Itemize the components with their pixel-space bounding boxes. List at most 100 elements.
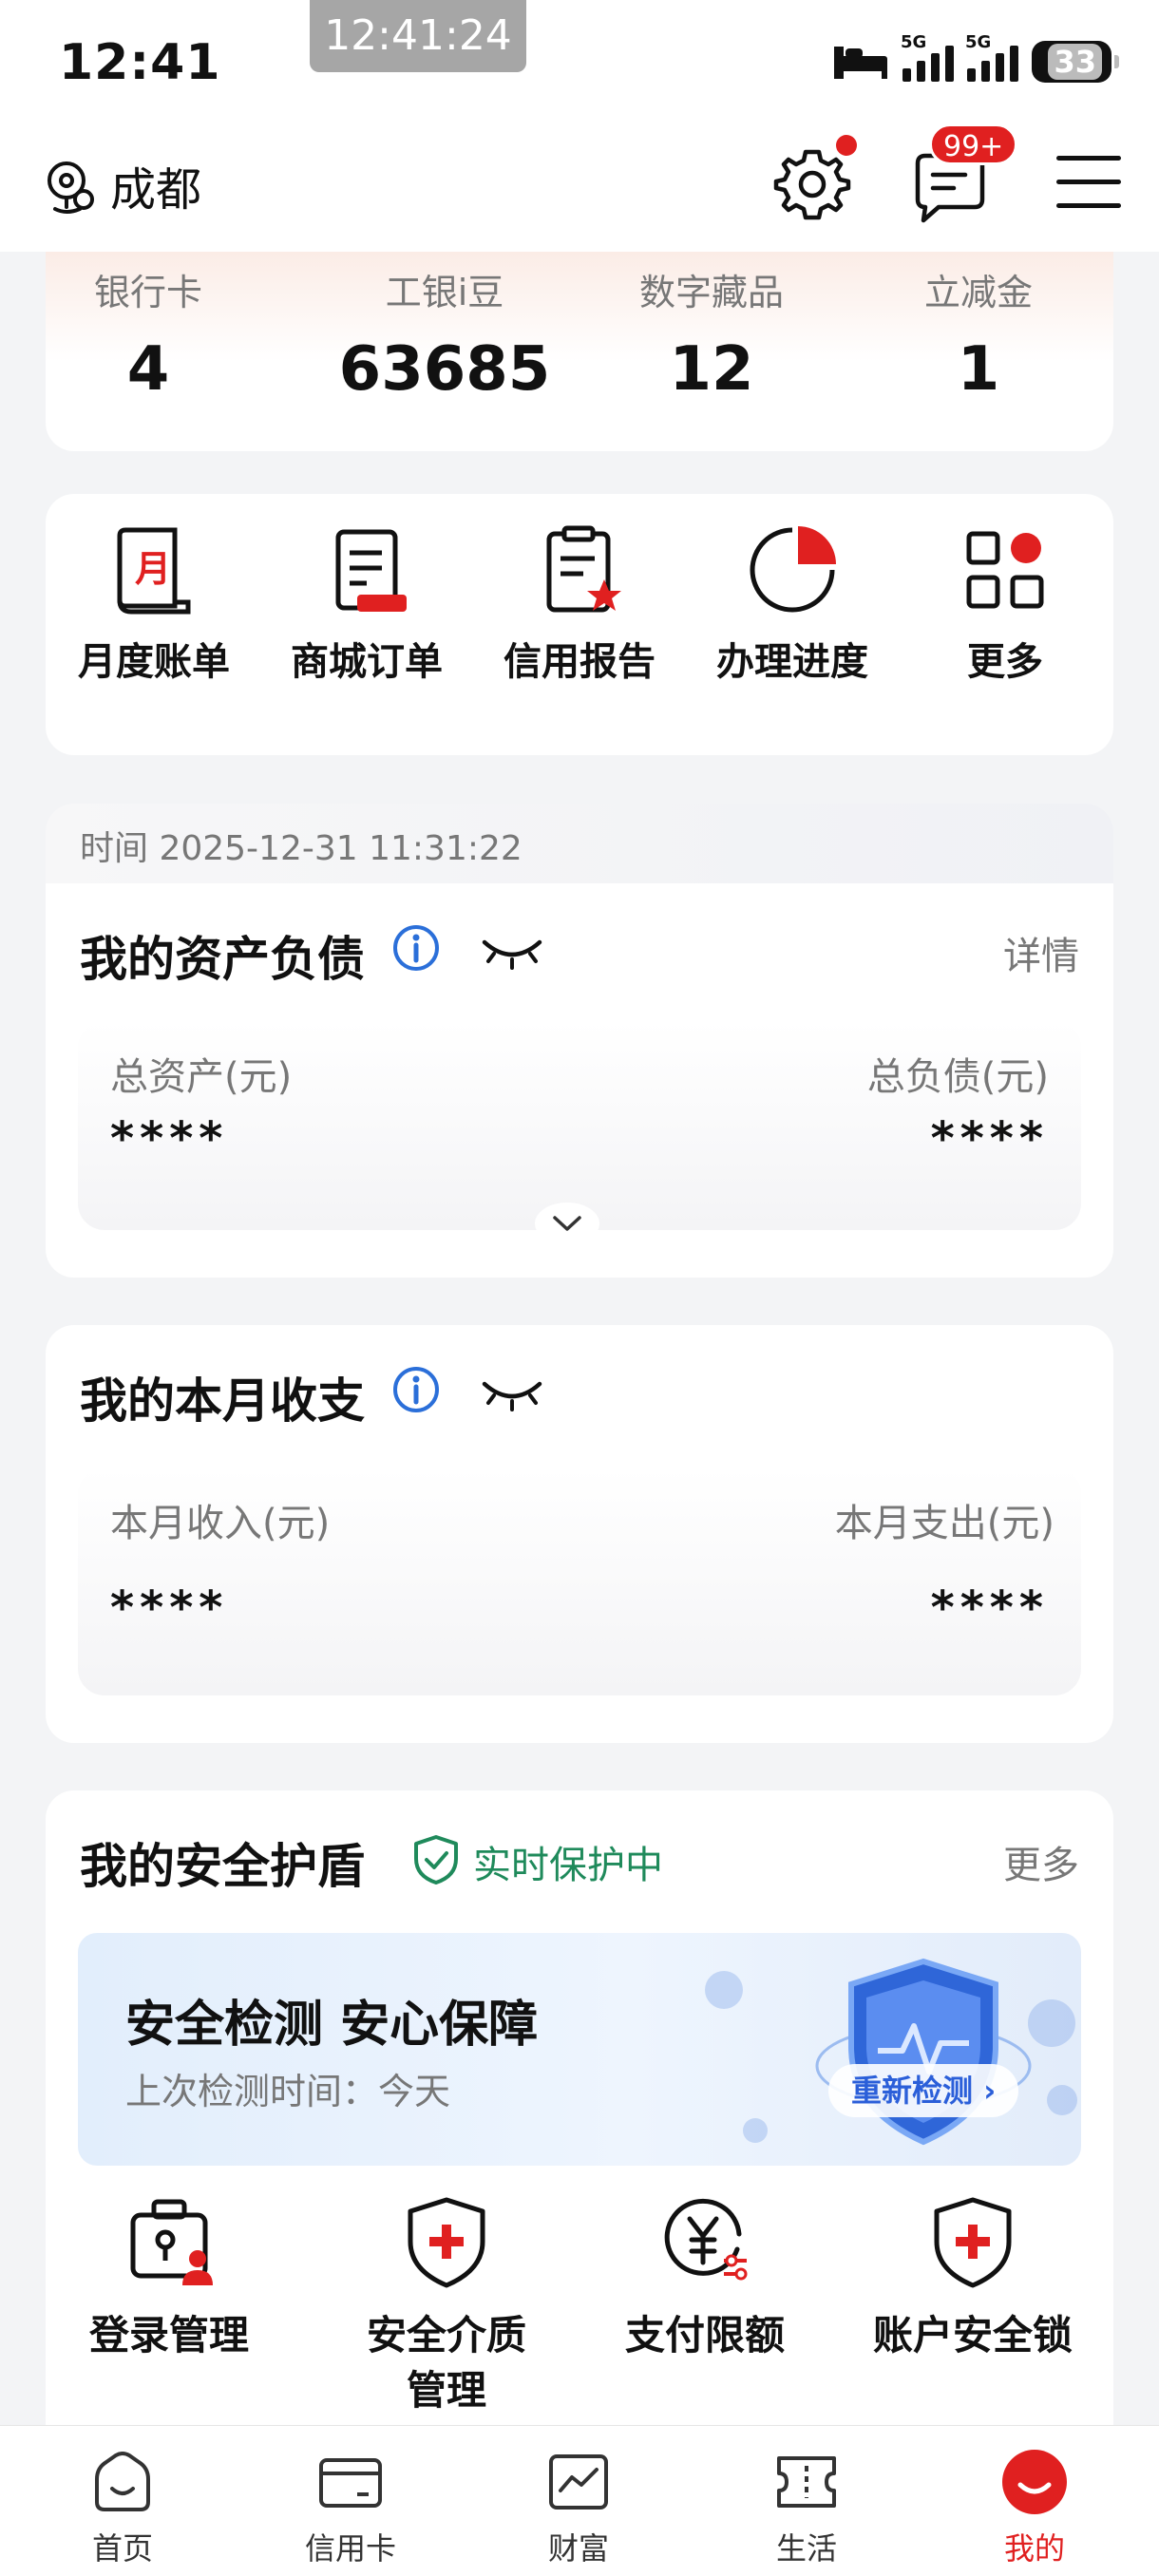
security-title: 我的安全护盾 — [80, 1839, 365, 1894]
signal-icon-2: 5G — [965, 32, 1018, 82]
tab-label: 首页 — [91, 2530, 153, 2567]
income-summary-box: 本月收入(元) **** 本月支出(元) **** — [78, 1468, 1081, 1695]
login-manage-icon — [130, 2199, 213, 2285]
total-debt-value: **** — [930, 1112, 1049, 1165]
security-detect-banner[interactable]: 安全检测 安心保障 上次检测时间：今天 重新检测 › — [78, 1933, 1081, 2166]
tab-label: 财富 — [547, 2530, 609, 2567]
total-assets-label: 总资产(元) — [110, 1055, 293, 1099]
network-label-1: 5G — [901, 32, 927, 52]
quick-mall-order[interactable]: 商城订单 — [272, 522, 462, 686]
location-icon[interactable] — [42, 158, 99, 215]
shield-check-icon — [414, 1835, 458, 1885]
stat-label: 银行卡 — [93, 272, 202, 313]
tab-label: 我的 — [1003, 2530, 1065, 2567]
security-more-link[interactable]: 更多 — [1003, 1834, 1079, 1889]
sec-account-lock[interactable]: 账户安全锁 — [849, 2194, 1096, 2363]
stat-value: 63685 — [338, 334, 551, 405]
stat-value: 12 — [669, 334, 754, 405]
account-lock-icon — [934, 2197, 1012, 2288]
quick-actions-card: 月 月度账单 商城订单 信用报告 办理进度 更多 — [46, 494, 1113, 755]
sec-label: 账户安全锁 — [872, 2312, 1073, 2358]
home-icon — [95, 2452, 150, 2511]
income-title: 我的本月收支 — [80, 1373, 365, 1429]
assets-title: 我的资产负债 — [80, 932, 365, 987]
tab-life[interactable]: 生活 — [735, 2447, 878, 2568]
monthly-expense-value: **** — [930, 1582, 1049, 1635]
tab-label: 生活 — [775, 2530, 837, 2567]
quick-more[interactable]: 更多 — [910, 522, 1100, 686]
redetect-label: 重新检测 — [851, 2073, 974, 2109]
top-header: 成都 99+ — [0, 123, 1159, 252]
chevron-down-icon[interactable] — [534, 1197, 600, 1241]
redetect-button[interactable]: 重新检测 › — [828, 2064, 1019, 2117]
gear-icon[interactable] — [773, 144, 851, 222]
status-bar: 12:41 12:41:24 5G 5G 33 — [0, 0, 1159, 123]
quick-progress[interactable]: 办理进度 — [697, 522, 887, 686]
tab-home[interactable]: 首页 — [51, 2447, 194, 2568]
status-time: 12:41 — [59, 34, 221, 91]
stat-value: 1 — [957, 334, 1000, 405]
sec-security-media[interactable]: 安全介质管理 — [314, 2194, 580, 2418]
security-card: 我的安全护盾 实时保护中 更多 安全检测 安心保障 上次检测时间：今天 重新检测… — [46, 1790, 1113, 2455]
sec-payment-limit[interactable]: 支付限额 — [581, 2194, 828, 2363]
me-icon — [1002, 2450, 1067, 2514]
income-card: 我的本月收支 本月收入(元) **** 本月支出(元) **** — [46, 1325, 1113, 1743]
monthly-income-value: **** — [110, 1582, 229, 1635]
quick-label: 信用报告 — [504, 640, 656, 684]
assets-detail-link[interactable]: 详情 — [1003, 925, 1079, 980]
clock-overlay: 12:41:24 — [310, 0, 526, 72]
quick-label: 更多 — [967, 640, 1043, 684]
more-grid-icon — [966, 531, 1044, 609]
security-shield-icon — [815, 1958, 1032, 2146]
eye-closed-icon[interactable] — [479, 1374, 545, 1412]
payment-limit-icon — [664, 2198, 748, 2281]
tab-me[interactable]: 我的 — [963, 2447, 1106, 2568]
network-label-2: 5G — [965, 32, 992, 52]
battery-level: 33 — [1048, 44, 1102, 80]
credit-report-icon — [546, 525, 621, 613]
stat-discount[interactable]: 立减金 1 — [846, 263, 1112, 405]
status-icons: 5G 5G 33 — [832, 32, 1119, 85]
progress-icon — [750, 526, 836, 613]
credit-card-icon — [319, 2458, 382, 2508]
stat-digital-collection[interactable]: 数字藏品 12 — [579, 263, 845, 405]
quick-credit-report[interactable]: 信用报告 — [484, 522, 674, 686]
stat-icbc-beans[interactable]: 工银i豆 63685 — [312, 263, 578, 405]
info-icon[interactable] — [391, 1365, 441, 1414]
life-ticket-icon — [777, 2456, 836, 2508]
quick-label: 办理进度 — [716, 640, 868, 684]
stat-label: 立减金 — [923, 272, 1033, 313]
settings-notification-dot — [836, 135, 857, 156]
city-selector[interactable]: 成都 — [110, 152, 201, 218]
assets-card: 我的资产负债 详情 总资产(元) **** 总负债(元) **** — [46, 883, 1113, 1278]
monthly-expense-label: 本月支出(元) — [834, 1502, 1054, 1545]
detect-banner-title: 安全检测 安心保障 — [125, 1997, 539, 2054]
info-icon[interactable] — [391, 923, 441, 973]
security-media-icon — [408, 2197, 485, 2288]
total-assets-value: **** — [110, 1112, 229, 1165]
monthly-bill-icon: 月 — [117, 527, 191, 615]
monthly-income-label: 本月收入(元) — [110, 1502, 331, 1545]
sec-label: 支付限额 — [624, 2312, 785, 2358]
quick-label: 月度账单 — [78, 640, 230, 684]
quick-monthly-bill[interactable]: 月 月度账单 — [59, 522, 249, 686]
bed-icon — [834, 47, 887, 79]
stat-value: 4 — [126, 334, 170, 405]
mall-order-icon — [335, 529, 407, 612]
stat-bank-card[interactable]: 银行卡 4 — [15, 263, 281, 405]
wealth-icon — [549, 2454, 608, 2510]
stat-label: 工银i豆 — [385, 272, 504, 313]
tab-wealth[interactable]: 财富 — [507, 2447, 650, 2568]
tab-credit-card[interactable]: 信用卡 — [279, 2447, 422, 2568]
quick-label: 商城订单 — [291, 640, 443, 684]
sec-login-manage[interactable]: 登录管理 — [46, 2194, 293, 2363]
signal-icon-1: 5G — [901, 32, 954, 82]
protection-status: 实时保护中 — [473, 1844, 663, 1887]
update-timestamp: 时间 2025-12-31 11:31:22 — [46, 804, 1113, 883]
sec-label: 登录管理 — [88, 2312, 249, 2358]
battery-icon: 33 — [1032, 41, 1119, 83]
message-badge: 99+ — [929, 123, 1018, 165]
hamburger-menu-icon[interactable] — [1056, 156, 1121, 213]
eye-closed-icon[interactable] — [479, 933, 545, 971]
stats-card: 银行卡 4 工银i豆 63685 数字藏品 12 立减金 1 — [46, 252, 1113, 451]
